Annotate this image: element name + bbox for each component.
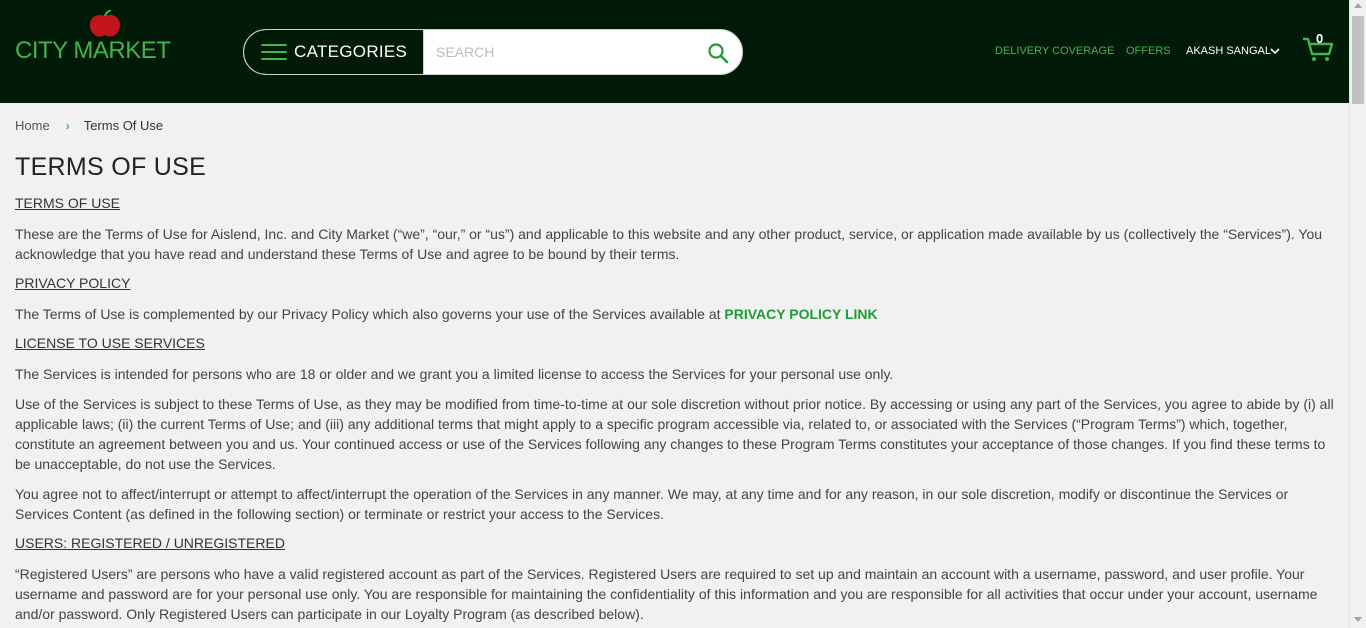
search-bar: CATEGORIES	[243, 29, 743, 75]
section-heading-users: USERS: REGISTERED / UNREGISTERED	[15, 535, 285, 551]
cart-count-badge: 0	[1316, 31, 1324, 46]
license-paragraph-2: Use of the Services is subject to these …	[15, 396, 1334, 472]
categories-label: CATEGORIES	[294, 42, 408, 61]
license-paragraph-1: The Services is intended for persons who…	[15, 366, 894, 382]
section-heading-terms: TERMS OF USE	[15, 195, 121, 211]
breadcrumb: Home › Terms Of Use	[15, 118, 163, 133]
site-header: CITY MARKET CATEGORIES DELIVERY COVERAGE…	[0, 0, 1349, 103]
privacy-text: The Terms of Use is complemented by our …	[15, 306, 725, 322]
offers-link[interactable]: OFFERS	[1126, 45, 1171, 57]
terms-paragraph: These are the Terms of Use for Aislend, …	[15, 226, 1323, 262]
search-icon[interactable]	[707, 42, 729, 64]
categories-button[interactable]: CATEGORIES	[244, 30, 424, 74]
page-scrollbar[interactable]	[1349, 0, 1366, 628]
breadcrumb-home-link[interactable]: Home	[15, 118, 50, 133]
section-heading-privacy: PRIVACY POLICY	[15, 275, 131, 291]
terms-content: TERMS OF USE TERMS OF USE These are the …	[15, 152, 1340, 628]
scroll-down-arrow-icon[interactable]	[1354, 617, 1362, 622]
chevron-down-icon[interactable]	[1270, 46, 1280, 56]
section-heading-license: LICENSE TO USE SERVICES	[15, 335, 205, 351]
scroll-up-arrow-icon[interactable]	[1354, 3, 1362, 8]
city-market-logo[interactable]: CITY MARKET	[15, 10, 171, 70]
page-title: TERMS OF USE	[15, 153, 207, 181]
scroll-thumb[interactable]	[1352, 16, 1364, 104]
license-paragraph-3: You agree not to affect/interrupt or att…	[15, 486, 1289, 522]
hamburger-icon	[261, 44, 287, 61]
privacy-policy-link[interactable]: PRIVACY POLICY LINK	[724, 306, 877, 322]
breadcrumb-current: Terms Of Use	[83, 118, 164, 133]
delivery-coverage-link[interactable]: DELIVERY COVERAGE	[995, 45, 1114, 57]
breadcrumb-separator-icon: ›	[65, 118, 70, 133]
search-input[interactable]	[426, 34, 696, 70]
logo-text: CITY MARKET	[15, 37, 171, 64]
privacy-paragraph: The Terms of Use is complemented by our …	[15, 304, 1340, 324]
user-menu[interactable]: AKASH SANGAL	[1186, 45, 1271, 57]
users-paragraph: “Registered Users” are persons who have …	[15, 566, 1318, 622]
apple-icon	[89, 10, 121, 37]
